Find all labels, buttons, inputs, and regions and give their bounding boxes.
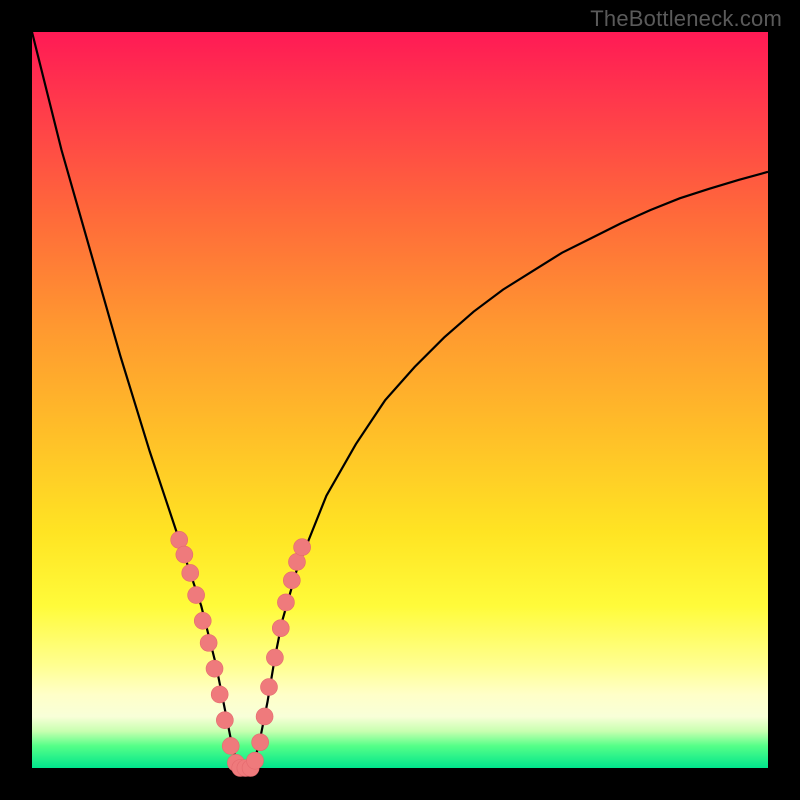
- data-marker: [288, 553, 305, 570]
- data-markers: [171, 531, 311, 776]
- data-marker: [260, 679, 277, 696]
- bottleneck-curve: [32, 32, 768, 768]
- data-marker: [176, 546, 193, 563]
- curve-layer: [32, 32, 768, 768]
- data-marker: [283, 572, 300, 589]
- data-marker: [247, 752, 264, 769]
- plot-area: [32, 32, 768, 768]
- data-marker: [294, 539, 311, 556]
- data-marker: [277, 594, 294, 611]
- chart-stage: TheBottleneck.com: [0, 0, 800, 800]
- data-marker: [182, 564, 199, 581]
- watermark-text: TheBottleneck.com: [590, 6, 782, 32]
- data-marker: [216, 712, 233, 729]
- data-marker: [200, 634, 217, 651]
- data-marker: [194, 612, 211, 629]
- data-marker: [266, 649, 283, 666]
- data-marker: [256, 708, 273, 725]
- data-marker: [211, 686, 228, 703]
- data-marker: [272, 620, 289, 637]
- data-marker: [222, 737, 239, 754]
- data-marker: [252, 734, 269, 751]
- data-marker: [188, 587, 205, 604]
- data-marker: [206, 660, 223, 677]
- data-marker: [171, 531, 188, 548]
